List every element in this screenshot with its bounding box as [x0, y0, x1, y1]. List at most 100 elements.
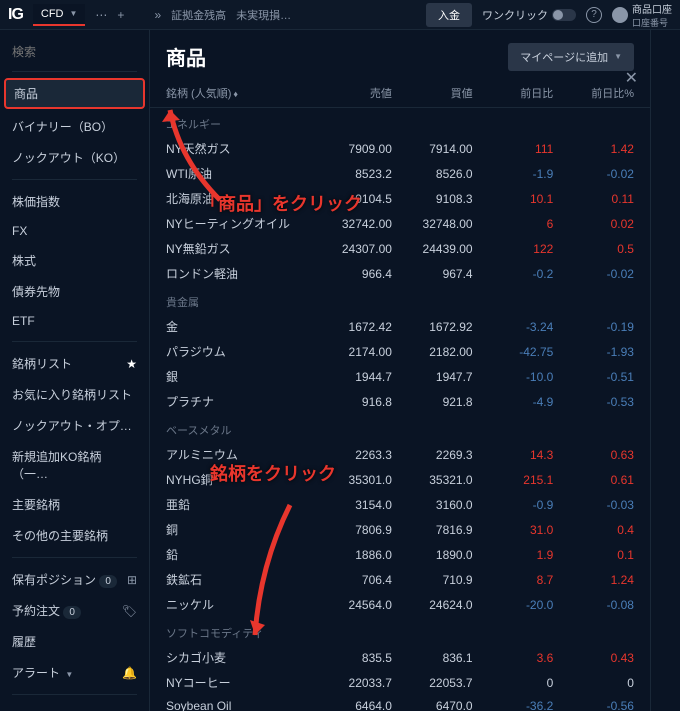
- sidebar-item[interactable]: 株価指数: [0, 186, 149, 217]
- cell-buy: 9108.3: [392, 192, 473, 206]
- cell-sell: 7806.9: [311, 523, 392, 537]
- cell-chg: 14.3: [473, 448, 554, 462]
- plus-icon[interactable]: +: [117, 8, 124, 22]
- cell-chg: 122: [473, 242, 554, 256]
- cell-name: 鉄鉱石: [166, 571, 311, 588]
- sidebar-list-header: 銘柄リスト★: [0, 348, 149, 379]
- sidebar-item[interactable]: ノックアウト・オプ…: [0, 410, 149, 441]
- cell-pct: -0.56: [553, 699, 634, 711]
- cell-buy: 967.4: [392, 267, 473, 281]
- sidebar-item[interactable]: その他の主要銘柄: [0, 520, 149, 551]
- cell-pct: -0.02: [553, 267, 634, 281]
- table-row[interactable]: WTI原油8523.28526.0-1.9-0.02: [150, 161, 650, 186]
- sidebar-history[interactable]: 履歴: [0, 626, 149, 657]
- cell-sell: 1672.42: [311, 320, 392, 334]
- deposit-button[interactable]: 入金: [426, 3, 472, 27]
- table-row[interactable]: パラジウム2174.002182.00-42.75-1.93: [150, 339, 650, 364]
- search-input[interactable]: [12, 45, 150, 59]
- cell-buy: 24624.0: [392, 598, 473, 612]
- cell-name: 北海原油: [166, 190, 311, 207]
- add-page-button[interactable]: マイページに追加▼: [508, 43, 634, 71]
- ellipsis-icon[interactable]: ⋯: [95, 8, 107, 22]
- cell-buy: 1672.92: [392, 320, 473, 334]
- table-row[interactable]: NYヒーティングオイル32742.0032748.0060.02: [150, 211, 650, 236]
- table-row[interactable]: 鉄鉱石706.4710.98.71.24: [150, 567, 650, 592]
- cell-chg: -3.24: [473, 320, 554, 334]
- table-row[interactable]: NY無鉛ガス24307.0024439.001220.5: [150, 236, 650, 261]
- cell-buy: 921.8: [392, 395, 473, 409]
- table-row[interactable]: 鉛1886.01890.01.90.1: [150, 542, 650, 567]
- cell-chg: -0.2: [473, 267, 554, 281]
- oneclick-toggle[interactable]: ワンクリック: [482, 7, 576, 23]
- toggle-switch[interactable]: [552, 9, 576, 21]
- table-row[interactable]: シカゴ小麦835.5836.13.60.43: [150, 645, 650, 670]
- sidebar-orders[interactable]: 予約注文 0 🏷: [0, 595, 149, 626]
- account-menu[interactable]: 商品口座 口座番号: [612, 1, 672, 29]
- table-row[interactable]: 亜鉛3154.03160.0-0.9-0.03: [150, 492, 650, 517]
- col-buy[interactable]: 買値: [392, 85, 473, 101]
- cell-chg: 0: [473, 676, 554, 690]
- col-chg[interactable]: 前日比: [473, 85, 554, 101]
- star-icon[interactable]: ★: [126, 357, 137, 371]
- table-row[interactable]: 北海原油9104.59108.310.10.11: [150, 186, 650, 211]
- table-row[interactable]: 銅7806.97816.931.00.4: [150, 517, 650, 542]
- col-pct[interactable]: 前日比%: [553, 85, 634, 101]
- cell-name: Soybean Oil: [166, 699, 311, 711]
- cell-chg: 3.6: [473, 651, 554, 665]
- cell-buy: 8526.0: [392, 167, 473, 181]
- cell-buy: 1890.0: [392, 548, 473, 562]
- table-row[interactable]: ニッケル24564.024624.0-20.0-0.08: [150, 592, 650, 617]
- table-row[interactable]: Soybean Oil6464.06470.0-36.2-0.56: [150, 695, 650, 711]
- cell-buy: 2269.3: [392, 448, 473, 462]
- table-row[interactable]: アルミニウム2263.32269.314.30.63: [150, 442, 650, 467]
- bell-icon: 🔔: [122, 666, 137, 680]
- table-row[interactable]: ロンドン軽油966.4967.4-0.2-0.02: [150, 261, 650, 286]
- help-icon[interactable]: ?: [586, 7, 602, 23]
- sidebar-positions[interactable]: 保有ポジション 0 ⊞: [0, 564, 149, 595]
- sidebar: ⌕ 商品バイナリー（BO）ノックアウト（KO） 株価指数FX株式債券先物ETF …: [0, 30, 150, 711]
- sidebar-alert[interactable]: アラート ▼ 🔔: [0, 657, 149, 688]
- table-row[interactable]: NYコーヒー22033.722053.700: [150, 670, 650, 695]
- search-row[interactable]: ⌕: [0, 38, 149, 65]
- table-row[interactable]: 銀1944.71947.7-10.0-0.51: [150, 364, 650, 389]
- sidebar-news[interactable]: ニュース: [0, 701, 149, 711]
- col-sell[interactable]: 売値: [311, 85, 392, 101]
- cell-chg: -4.9: [473, 395, 554, 409]
- cell-chg: -42.75: [473, 345, 554, 359]
- chevron-right-icon[interactable]: »: [154, 8, 161, 22]
- cell-chg: 111: [473, 142, 554, 156]
- cell-name: WTI原油: [166, 165, 311, 182]
- sort-icon: ♦: [233, 89, 238, 99]
- table-row[interactable]: NYHG銅35301.035321.0215.10.61: [150, 467, 650, 492]
- cell-pct: 0.5: [553, 242, 634, 256]
- cell-name: ニッケル: [166, 596, 311, 613]
- cell-name: NY天然ガス: [166, 140, 311, 157]
- sidebar-item[interactable]: ノックアウト（KO）: [0, 142, 149, 173]
- cell-chg: 1.9: [473, 548, 554, 562]
- cell-name: 鉛: [166, 546, 311, 563]
- cfd-tab[interactable]: CFD▼: [33, 4, 86, 26]
- sidebar-item[interactable]: 債券先物: [0, 276, 149, 307]
- table-row[interactable]: NY天然ガス7909.007914.001111.42: [150, 136, 650, 161]
- sidebar-item[interactable]: バイナリー（BO）: [0, 111, 149, 142]
- sidebar-item[interactable]: お気に入り銘柄リスト: [0, 379, 149, 410]
- cell-pct: 1.42: [553, 142, 634, 156]
- close-icon[interactable]: ✕: [625, 68, 638, 88]
- col-name[interactable]: 銘柄 (人気順)♦: [166, 85, 311, 101]
- sidebar-item[interactable]: ETF: [0, 307, 149, 335]
- sidebar-item[interactable]: 株式: [0, 245, 149, 276]
- topbar: IG CFD▼ ⋯ + » 証拠金残高 未実現損… 入金 ワンクリック ? 商品…: [0, 0, 680, 30]
- table-row[interactable]: プラチナ916.8921.8-4.9-0.53: [150, 389, 650, 414]
- table-row[interactable]: 金1672.421672.92-3.24-0.19: [150, 314, 650, 339]
- cell-sell: 2174.00: [311, 345, 392, 359]
- sidebar-item[interactable]: 主要銘柄: [0, 489, 149, 520]
- cell-name: 金: [166, 318, 311, 335]
- cell-chg: 8.7: [473, 573, 554, 587]
- chevron-down-icon: ▼: [614, 52, 622, 61]
- sidebar-item[interactable]: 商品: [4, 78, 145, 109]
- sidebar-item[interactable]: FX: [0, 217, 149, 245]
- category-header: 貴金属: [150, 286, 650, 314]
- sidebar-item[interactable]: 新規追加KO銘柄（一…: [0, 441, 149, 489]
- cell-chg: -10.0: [473, 370, 554, 384]
- cell-name: NYヒーティングオイル: [166, 215, 311, 232]
